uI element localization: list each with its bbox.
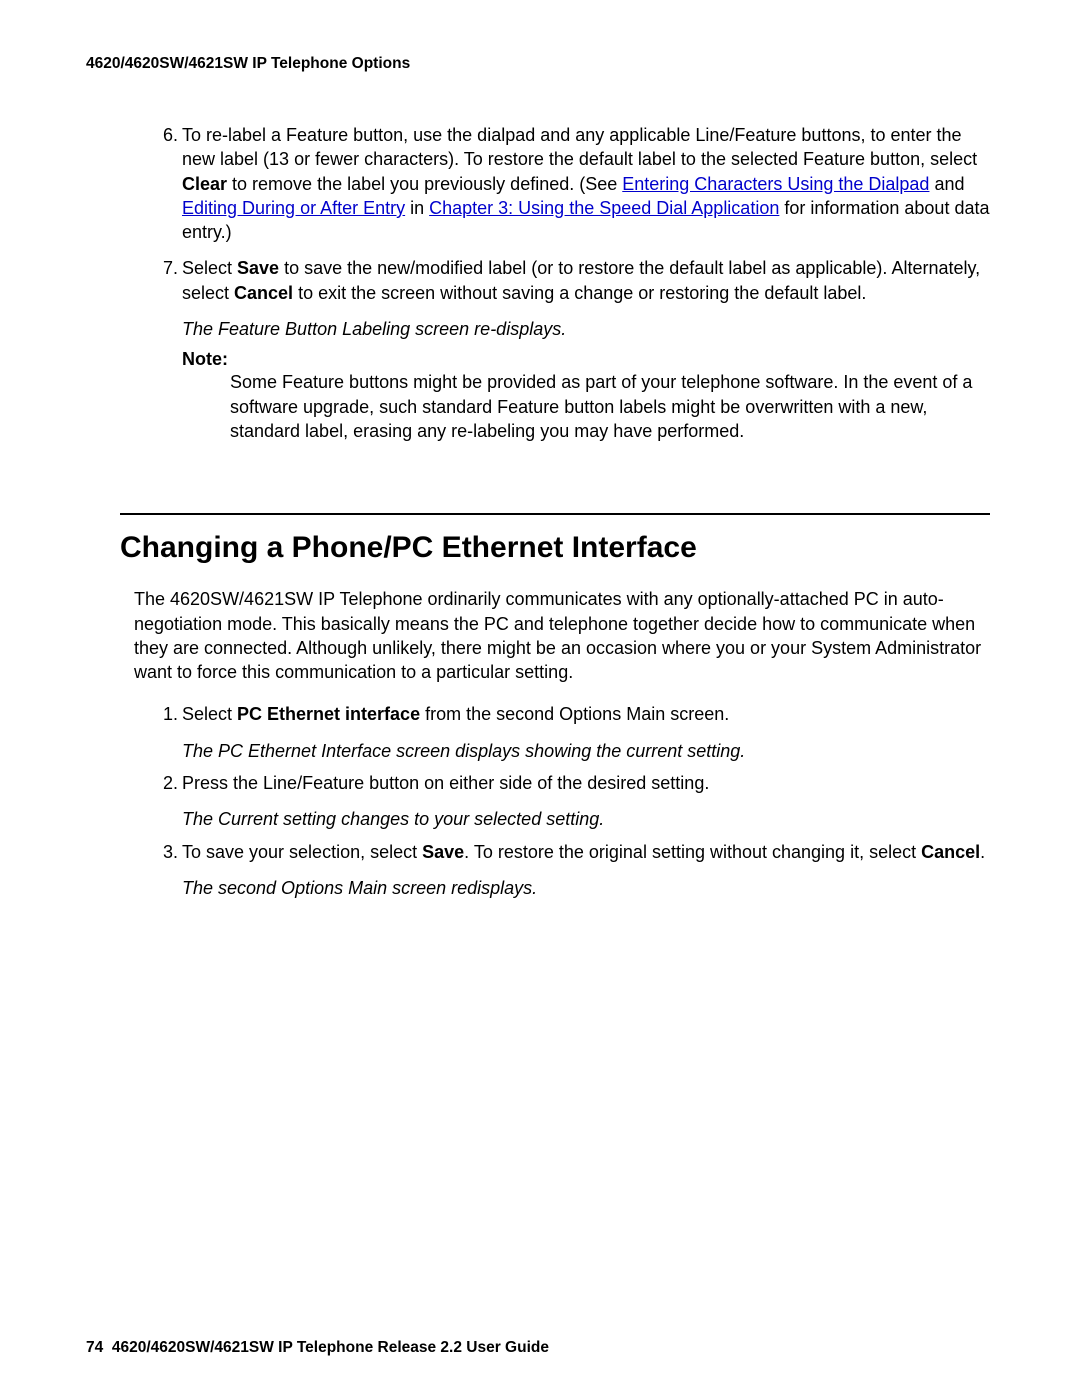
bold-text: Clear (182, 174, 227, 194)
bold-text: Save (237, 258, 279, 278)
bold-text: Cancel (234, 283, 293, 303)
step-number: 6. (156, 123, 178, 147)
running-header: 4620/4620SW/4621SW IP Telephone Options (86, 55, 990, 73)
document-page: 4620/4620SW/4621SW IP Telephone Options … (0, 0, 1080, 1397)
cross-reference-link[interactable]: Entering Characters Using the Dialpad (622, 174, 929, 194)
list-item: 6. To re-label a Feature button, use the… (156, 123, 990, 244)
step-text: Select Save to save the new/modified lab… (182, 256, 990, 305)
step-list-top: 6. To re-label a Feature button, use the… (86, 123, 990, 305)
step-number: 3. (156, 840, 178, 864)
bold-text: Cancel (921, 842, 980, 862)
list-item: 1. Select PC Ethernet interface from the… (156, 702, 990, 726)
list-item: 2. Press the Line/Feature button on eith… (156, 771, 990, 795)
step-text: To save your selection, select Save. To … (182, 840, 990, 864)
result-text: The Current setting changes to your sele… (182, 807, 990, 831)
step-number: 2. (156, 771, 178, 795)
step-number: 1. (156, 702, 178, 726)
step-text: To re-label a Feature button, use the di… (182, 123, 990, 244)
page-footer: 74 4620/4620SW/4621SW IP Telephone Relea… (86, 1339, 549, 1357)
result-text: The second Options Main screen redisplay… (182, 876, 990, 900)
list-item: 7. Select Save to save the new/modified … (156, 256, 990, 305)
step-number: 7. (156, 256, 178, 280)
step-text: Select PC Ethernet interface from the se… (182, 702, 990, 726)
result-text: The Feature Button Labeling screen re-di… (182, 317, 990, 341)
list-item: 3. To save your selection, select Save. … (156, 840, 990, 864)
bold-text: Save (422, 842, 464, 862)
note-label: Note: (182, 349, 990, 370)
bold-text: PC Ethernet interface (237, 704, 420, 724)
note-block: Note: Some Feature buttons might be prov… (182, 349, 990, 443)
section-intro: The 4620SW/4621SW IP Telephone ordinaril… (134, 587, 990, 684)
section-heading: Changing a Phone/PC Ethernet Interface (120, 531, 990, 565)
cross-reference-link[interactable]: Chapter 3: Using the Speed Dial Applicat… (429, 198, 779, 218)
result-text: The PC Ethernet Interface screen display… (182, 739, 990, 763)
note-text: Some Feature buttons might be provided a… (230, 370, 990, 443)
step-text: Press the Line/Feature button on either … (182, 771, 990, 795)
footer-doc-title: 4620/4620SW/4621SW IP Telephone Release … (112, 1339, 549, 1356)
page-number: 74 (86, 1339, 103, 1356)
step-list-section: 1. Select PC Ethernet interface from the… (86, 702, 990, 900)
section-divider (120, 513, 990, 515)
cross-reference-link[interactable]: Editing During or After Entry (182, 198, 405, 218)
